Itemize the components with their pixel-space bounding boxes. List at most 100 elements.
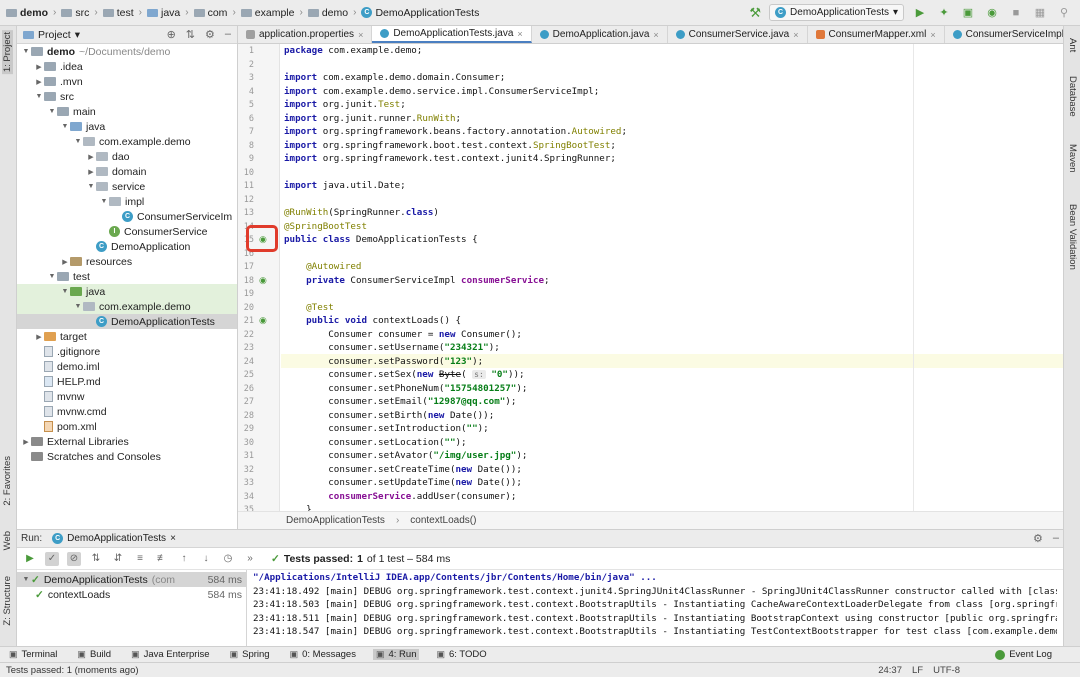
tree-item[interactable]: ▶dao [17, 149, 237, 164]
chevron-right-icon[interactable]: ▶ [60, 258, 70, 266]
event-log-button[interactable]: Event Log [995, 649, 1080, 660]
tree-item[interactable]: CDemoApplication [17, 239, 237, 254]
tree-item[interactable]: ▼impl [17, 194, 237, 209]
chevron-down-icon[interactable]: ▼ [21, 576, 31, 583]
tree-item[interactable]: IConsumerService [17, 224, 237, 239]
editor-breadcrumb-class[interactable]: DemoApplicationTests [286, 515, 385, 526]
chevron-right-icon[interactable]: ▶ [34, 78, 44, 86]
project-structure-icon[interactable]: ▦ [1032, 5, 1048, 21]
chevron-right-icon[interactable]: ▶ [21, 438, 31, 446]
chevron-down-icon[interactable]: ▼ [47, 108, 57, 115]
code-editor[interactable]: 1234567891011121314151617181920212223242… [238, 44, 1063, 511]
breadcrumb-item[interactable]: java [147, 7, 180, 19]
more-icon[interactable]: » [243, 552, 257, 566]
build-hammer-icon[interactable]: ⚒ [749, 5, 761, 21]
tree-item[interactable]: pom.xml [17, 419, 237, 434]
run-configuration-select[interactable]: C DemoApplicationTests ▾ [769, 4, 904, 21]
gear-icon[interactable]: ⚙ [205, 28, 215, 41]
tree-item[interactable]: ▼java [17, 119, 237, 134]
breadcrumb-item[interactable]: CDemoApplicationTests [361, 7, 479, 19]
tab-favorites[interactable]: 2: Favorites [2, 456, 13, 506]
chevron-down-icon[interactable]: ▼ [60, 288, 70, 295]
chevron-down-icon[interactable]: ▼ [73, 303, 83, 310]
editor-tab[interactable]: DemoApplicationTests.java× [372, 26, 531, 43]
bean-icon[interactable]: ◉ [259, 275, 267, 286]
code-area[interactable]: package com.example.demo;import com.exam… [284, 44, 1063, 511]
debug-icon[interactable]: ✦ [936, 5, 952, 21]
gear-icon[interactable]: ⚙ [1033, 532, 1043, 545]
run-test-method-icon[interactable]: ◉ [259, 315, 267, 326]
tool-window-button[interactable]: ▣0: Messages [287, 649, 359, 660]
run-console[interactable]: "/Applications/IntelliJ IDEA.app/Content… [247, 570, 1063, 647]
rerun-icon[interactable]: ▶ [23, 552, 37, 566]
file-encoding[interactable]: UTF-8 [933, 665, 960, 676]
tree-item[interactable]: ▶External Libraries [17, 434, 237, 449]
close-icon[interactable]: × [653, 30, 658, 40]
tab-structure[interactable]: Z: Structure [2, 576, 13, 626]
tab-web[interactable]: Web [2, 531, 13, 550]
tree-item[interactable]: ▶resources [17, 254, 237, 269]
show-ignored-icon[interactable]: ⊘ [67, 552, 81, 566]
tree-item[interactable]: demo.iml [17, 359, 237, 374]
hide-icon[interactable]: – [1053, 532, 1059, 545]
tree-item[interactable]: mvnw.cmd [17, 404, 237, 419]
line-separator[interactable]: LF [912, 665, 923, 676]
breadcrumb-item[interactable]: src [61, 7, 89, 19]
tab-project[interactable]: 1: Project [2, 30, 13, 74]
editor-tab[interactable]: ConsumerMapper.xml× [808, 26, 945, 43]
tool-window-button[interactable]: ▣Java Enterprise [128, 649, 213, 660]
chevron-right-icon[interactable]: ▶ [86, 168, 96, 176]
tab-maven[interactable]: Maven [1067, 144, 1078, 173]
tree-item[interactable]: HELP.md [17, 374, 237, 389]
editor-tab[interactable]: application.properties× [238, 26, 372, 43]
chevron-down-icon[interactable]: ▼ [21, 48, 31, 55]
hide-icon[interactable]: – [225, 28, 231, 41]
close-icon[interactable]: × [793, 30, 798, 40]
tab-database[interactable]: Database [1067, 76, 1078, 117]
tree-item[interactable]: ▶.mvn [17, 74, 237, 89]
search-everywhere-icon[interactable]: ⚲ [1056, 5, 1072, 21]
chevron-down-icon[interactable]: ▼ [99, 198, 109, 205]
tree-item[interactable]: CDemoApplicationTests [17, 314, 237, 329]
tree-item[interactable]: ▼com.example.demo [17, 299, 237, 314]
editor-tab[interactable]: ConsumerServiceImpl.java× [945, 26, 1063, 43]
caret-position[interactable]: 24:37 [878, 665, 902, 676]
tree-item[interactable]: ▶.idea [17, 59, 237, 74]
tree-item[interactable]: ▶domain [17, 164, 237, 179]
run-icon[interactable]: ▶ [912, 5, 928, 21]
close-icon[interactable]: × [170, 533, 176, 544]
run-tab[interactable]: C DemoApplicationTests × [52, 533, 176, 544]
editor-tab[interactable]: ConsumerService.java× [668, 26, 808, 43]
close-icon[interactable]: × [930, 30, 935, 40]
tree-item[interactable]: ▼main [17, 104, 237, 119]
tree-item[interactable]: mvnw [17, 389, 237, 404]
tool-window-button[interactable]: ▣6: TODO [433, 649, 489, 660]
profile-icon[interactable]: ◉ [984, 5, 1000, 21]
breadcrumb-item[interactable]: com [194, 7, 228, 19]
chevron-right-icon[interactable]: ▶ [34, 333, 44, 341]
chevron-down-icon[interactable]: ▼ [86, 183, 96, 190]
collapse-icon[interactable]: ⇅ [186, 28, 195, 41]
chevron-down-icon[interactable]: ▼ [47, 273, 57, 280]
tool-window-button[interactable]: ▣Terminal [6, 649, 60, 660]
stop-icon[interactable]: ■ [1008, 5, 1024, 21]
tree-item[interactable]: ▼service [17, 179, 237, 194]
chevron-down-icon[interactable]: ▼ [60, 123, 70, 130]
chevron-down-icon[interactable]: ▼ [34, 93, 44, 100]
tree-item[interactable]: ▶target [17, 329, 237, 344]
locate-icon[interactable]: ⊕ [167, 28, 176, 41]
test-result-item[interactable]: ▼✓DemoApplicationTests(com584 ms [17, 572, 246, 587]
next-failed-icon[interactable]: ↓ [199, 552, 213, 566]
tree-item[interactable]: ▼src [17, 89, 237, 104]
editor-breadcrumb-method[interactable]: contextLoads() [410, 515, 476, 526]
chevron-down-icon[interactable]: ▼ [73, 138, 83, 145]
tool-window-button[interactable]: ▣Build [74, 649, 114, 660]
tree-item[interactable]: CConsumerServiceIm [17, 209, 237, 224]
sort-duration-icon[interactable]: ⇵ [111, 552, 125, 566]
tree-item[interactable]: ▼demo~/Documents/demo [17, 44, 237, 59]
sort-alpha-icon[interactable]: ⇅ [89, 552, 103, 566]
close-icon[interactable]: × [517, 29, 522, 39]
tree-item[interactable]: .gitignore [17, 344, 237, 359]
tab-bean-validation[interactable]: Bean Validation [1067, 204, 1078, 270]
editor-tab[interactable]: DemoApplication.java× [532, 26, 668, 43]
